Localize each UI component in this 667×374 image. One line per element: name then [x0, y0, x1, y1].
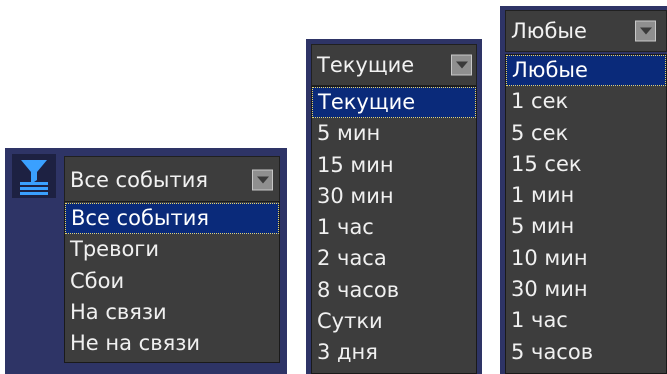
list-item[interactable]: 10 мин: [506, 243, 666, 274]
time-filter-selected: Текущие: [317, 53, 415, 77]
list-item[interactable]: Все события: [65, 203, 279, 235]
list-item[interactable]: Любые: [506, 55, 666, 87]
list-item[interactable]: 8 часов: [312, 275, 476, 306]
time-filter-combobox[interactable]: Текущие: [311, 44, 477, 86]
list-item[interactable]: Сбои: [65, 266, 279, 297]
list-item[interactable]: Тревоги: [65, 234, 279, 265]
period-filter-combobox[interactable]: Любые: [505, 10, 667, 52]
chevron-down-icon[interactable]: [451, 54, 472, 76]
event-filter-list[interactable]: Все события Тревоги Сбои На связи Не на …: [64, 201, 280, 363]
list-item[interactable]: 1 час: [506, 305, 666, 336]
list-item[interactable]: 3 дня: [312, 337, 476, 368]
list-item[interactable]: 5 часов: [506, 337, 666, 368]
list-item[interactable]: 30 мин: [506, 274, 666, 305]
list-item[interactable]: 30 мин: [312, 181, 476, 212]
list-item[interactable]: 15 сек: [506, 149, 666, 180]
time-filter-list[interactable]: Текущие 5 мин 15 мин 30 мин 1 час 2 часа…: [311, 86, 477, 374]
list-item[interactable]: Сутки: [312, 306, 476, 337]
chevron-down-icon[interactable]: [252, 169, 273, 191]
list-item[interactable]: Не на связи: [65, 328, 279, 359]
list-item[interactable]: 2 часа: [312, 243, 476, 274]
list-item[interactable]: 1 сек: [506, 86, 666, 117]
list-item[interactable]: 15 мин: [312, 150, 476, 181]
list-item[interactable]: Текущие: [312, 87, 476, 119]
list-item[interactable]: 1 мин: [506, 180, 666, 211]
event-filter-selected: Все события: [70, 168, 208, 192]
list-item[interactable]: 5 сек: [506, 118, 666, 149]
event-filter-combobox[interactable]: Все события: [64, 156, 280, 204]
period-filter-list[interactable]: Любые 1 сек 5 сек 15 сек 1 мин 5 мин 10 …: [505, 54, 667, 374]
list-item[interactable]: 1 час: [312, 212, 476, 243]
filter-icon[interactable]: [12, 154, 56, 198]
list-item[interactable]: 5 мин: [312, 118, 476, 149]
period-filter-selected: Любые: [511, 19, 587, 43]
list-item[interactable]: На связи: [65, 297, 279, 328]
chevron-down-icon[interactable]: [635, 20, 656, 42]
list-item[interactable]: 5 мин: [506, 211, 666, 242]
